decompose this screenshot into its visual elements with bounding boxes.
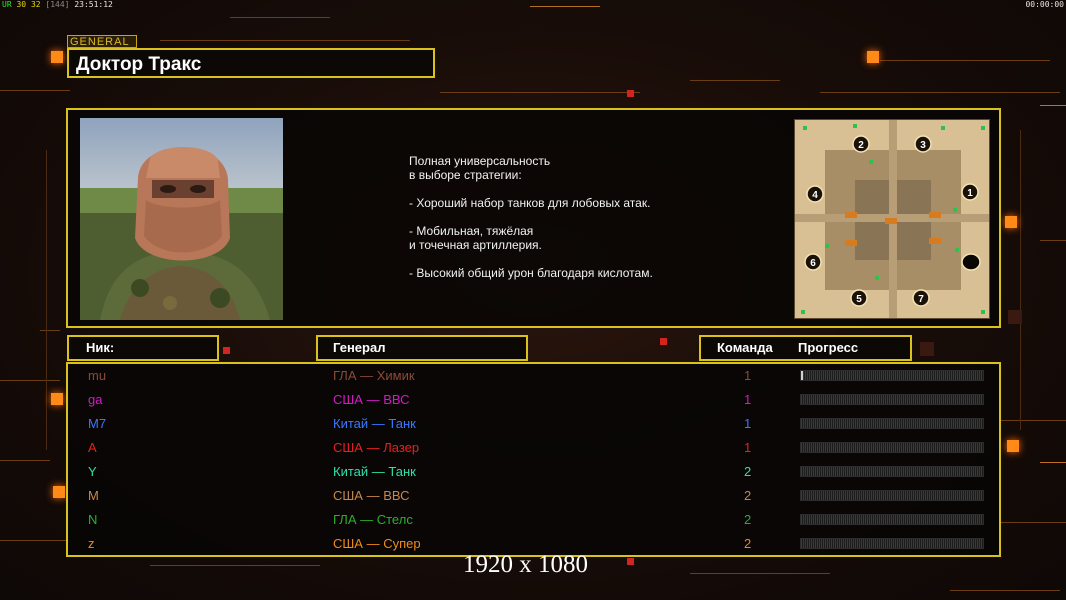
description-line [409,182,653,196]
spawn-marker-6[interactable]: 6 [804,253,822,271]
resolution-watermark: 1920 x 1080 [463,551,588,578]
player-row[interactable]: N ГЛА — Стелс 2 [68,508,1003,532]
player-team: 1 [744,368,752,383]
spawn-marker-4[interactable]: 4 [806,185,824,203]
hud-stats: UR 30 32 [144] 23:51:12 [2,0,113,9]
description-line: - Высокий общий урон благодаря кислотам. [409,266,653,280]
player-nick: M [88,488,99,503]
header-nick: Ник: [86,340,115,355]
general-portrait [80,118,283,320]
spawn-marker-5[interactable]: 5 [850,289,868,307]
general-name: Доктор Тракс [76,54,202,75]
hud-ur: UR [2,0,12,9]
player-team: 2 [744,464,752,479]
player-progress-bar [800,442,984,453]
spawn-marker-7[interactable]: 7 [912,289,930,307]
spawn-marker-2[interactable]: 2 [852,135,870,153]
players-table: mu ГЛА — Химик 1 ga США — ВВС 1 M7 Китай — Танк… [66,362,1001,557]
portrait-illustration [80,118,283,320]
player-general: США — Лазер [333,440,420,455]
header-nick-box: Ник: [67,335,219,361]
player-row[interactable]: M7 Китай — Танк 1 [68,412,1003,436]
player-general: США — ВВС [333,392,410,407]
description-line [409,210,653,224]
player-team: 2 [744,488,752,503]
player-row[interactable]: ga США — ВВС 1 [68,388,1003,412]
header-progress: Прогресс [798,340,859,355]
minimap-terrain: 1 2 3 4 5 6 7 [795,120,989,318]
player-row[interactable]: mu ГЛА — Химик 1 [68,364,1003,388]
header-general: Генерал [333,340,386,355]
description-line: Полная универсальность [409,154,551,168]
player-progress-bar [800,538,984,549]
player-general: США — Супер [333,536,421,551]
description-line: - Хороший набор танков для лобовых атак. [409,196,651,210]
player-row[interactable]: Y Китай — Танк 2 [68,460,1003,484]
player-general: США — ВВС [333,488,410,503]
hud-value-b: 32 [30,0,41,9]
player-nick: z [88,536,95,551]
general-tag: GENERAL [67,35,137,48]
hud-value-c: [144] [45,0,70,9]
description-line: - Мобильная, тяжёлая [409,224,534,238]
header-team: Команда [717,340,773,355]
player-team: 2 [744,512,752,527]
description-line: и точечная артиллерия. [409,238,542,252]
spawn-marker-1[interactable]: 1 [961,183,979,201]
description-line [409,252,653,266]
svg-text:5: 5 [856,294,862,305]
general-name-box: Доктор Тракс [67,48,435,78]
svg-text:4: 4 [812,190,818,201]
player-row[interactable]: M США — ВВС 2 [68,484,1003,508]
player-nick: A [88,440,97,455]
player-nick: N [88,512,98,527]
player-progress-bar [800,490,984,501]
player-general: ГЛА — Химик [333,368,415,383]
player-team: 1 [744,392,752,407]
hud-clock: 23:51:12 [74,0,113,9]
description-line: в выборе стратегии: [409,168,522,182]
player-team: 1 [744,416,752,431]
player-general: Китай — Танк [333,464,416,479]
header-team-progress-box: Команда Прогресс [699,335,912,361]
player-team: 2 [744,536,752,551]
player-general: Китай — Танк [333,416,416,431]
svg-text:2: 2 [858,140,864,151]
player-general: ГЛА — Стелс [333,512,413,527]
player-nick: ga [88,392,103,407]
minimap: 1 2 3 4 5 6 7 [794,119,990,319]
player-nick: Y [88,464,97,479]
player-progress-bar [800,370,984,381]
player-nick: M7 [88,416,107,431]
svg-text:7: 7 [918,294,924,305]
player-progress-bar [800,418,984,429]
player-progress-bar [800,394,984,405]
general-description: Полная универсальность в выборе стратегии… [409,154,653,280]
player-progress-bar [800,514,984,525]
player-row[interactable]: A США — Лазер 1 [68,436,1003,460]
header-general-box: Генерал [316,335,528,361]
hud-value-a: 30 [16,0,27,9]
player-team: 1 [744,440,752,455]
player-progress-bar [800,466,984,477]
svg-text:6: 6 [810,258,816,269]
player-progress-fill [801,371,803,380]
player-nick: mu [88,368,107,383]
svg-text:3: 3 [920,140,926,151]
svg-text:1: 1 [967,188,973,199]
spawn-marker-3[interactable]: 3 [914,135,932,153]
hud-timer: 00:00:00 [1025,0,1064,9]
spawn-marker-empty[interactable] [961,253,981,271]
